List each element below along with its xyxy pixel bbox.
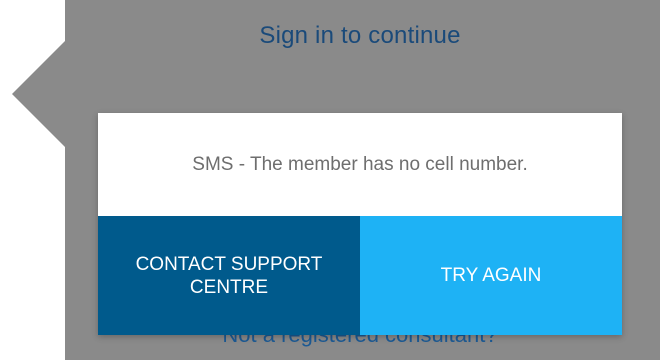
- error-dialog: SMS - The member has no cell number. CON…: [98, 113, 622, 335]
- bubble-arrow-shape: [12, 40, 66, 148]
- contact-support-button[interactable]: CONTACT SUPPORT CENTRE: [98, 216, 360, 335]
- try-again-button[interactable]: TRY AGAIN: [360, 216, 622, 335]
- dialog-actions: CONTACT SUPPORT CENTRE TRY AGAIN: [98, 216, 622, 335]
- dialog-body: SMS - The member has no cell number.: [98, 113, 622, 216]
- panel-title: Sign in to continue: [259, 22, 461, 49]
- contact-support-label: CONTACT SUPPORT CENTRE: [135, 253, 323, 298]
- try-again-label: TRY AGAIN: [440, 265, 542, 286]
- dialog-message: SMS - The member has no cell number.: [192, 153, 528, 175]
- screen: Sign in to continue Not a registered con…: [0, 0, 660, 360]
